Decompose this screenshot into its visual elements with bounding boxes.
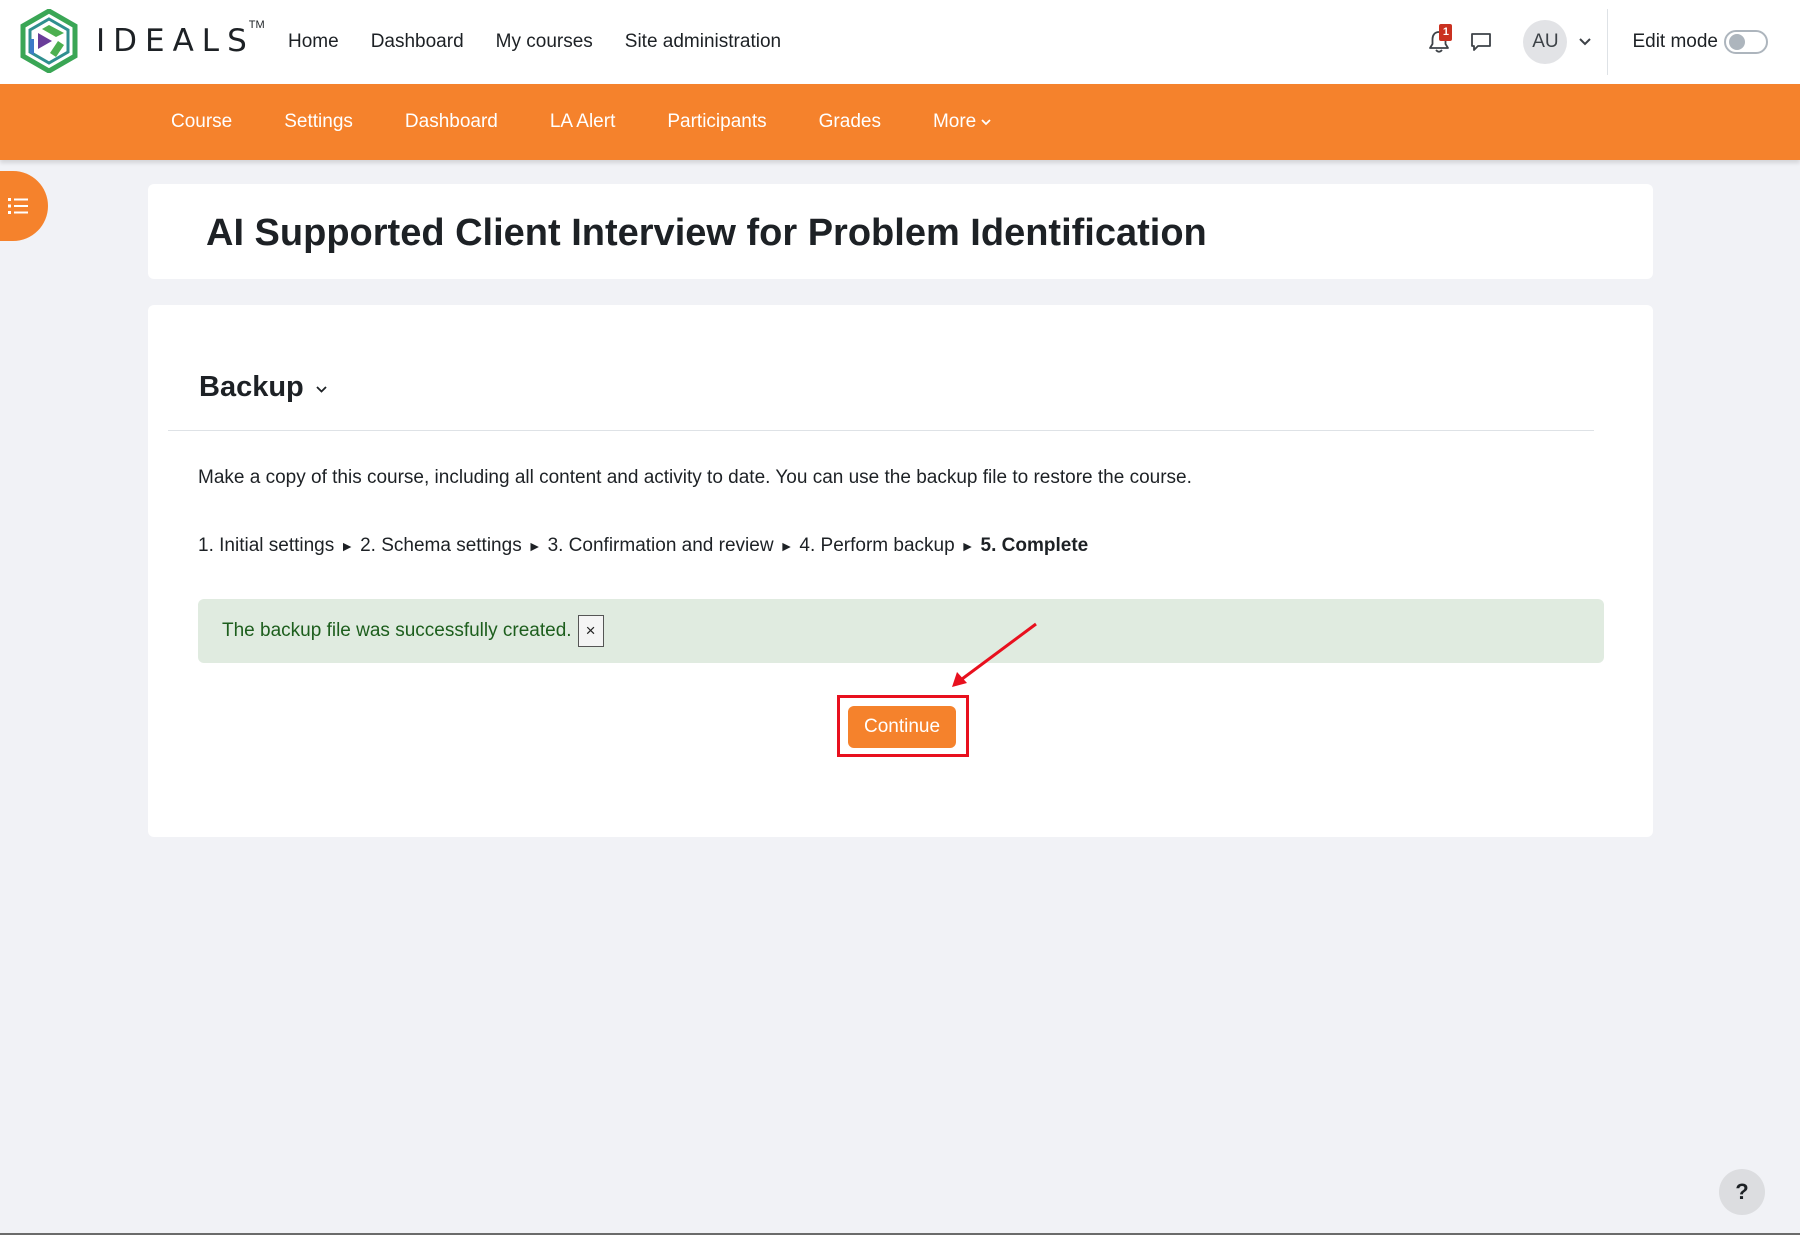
logo-mark-icon: [20, 9, 78, 73]
nav-home[interactable]: Home: [272, 0, 355, 84]
nav-site-administration[interactable]: Site administration: [609, 0, 797, 84]
chevron-down-icon: [1579, 38, 1592, 46]
top-navbar: IDEALS TM Home Dashboard My courses Site…: [0, 0, 1800, 84]
nav-my-courses[interactable]: My courses: [480, 0, 609, 84]
edit-mode-control[interactable]: Edit mode: [1632, 30, 1768, 54]
chevron-down-icon: [316, 386, 327, 393]
step-separator: ►: [779, 538, 794, 554]
continue-button[interactable]: Continue: [848, 706, 956, 748]
chat-bubble-icon: [1471, 33, 1492, 51]
primary-nav: Home Dashboard My courses Site administr…: [272, 0, 797, 84]
edit-mode-toggle[interactable]: [1724, 30, 1768, 54]
backup-description: Make a copy of this course, including al…: [198, 467, 1192, 488]
alert-close-button[interactable]: ×: [577, 615, 604, 647]
navbar-divider: [1607, 9, 1609, 75]
backup-progress-steps: 1. Initial settings ► 2. Schema settings…: [198, 535, 1088, 557]
tab-more[interactable]: More: [907, 84, 1017, 160]
section-title: Backup: [199, 371, 304, 403]
list-icon: [8, 198, 28, 214]
brand-logo[interactable]: IDEALS TM: [20, 8, 271, 74]
step-separator: ►: [527, 538, 542, 554]
tab-more-label: More: [932, 111, 977, 132]
notification-count-badge: 1: [1439, 24, 1453, 41]
step-item: 1. Initial settings: [198, 535, 335, 556]
tab-dashboard[interactable]: Dashboard: [379, 84, 524, 160]
nav-dashboard[interactable]: Dashboard: [355, 0, 480, 84]
messages-button[interactable]: [1461, 22, 1501, 62]
page-header: AI Supported Client Interview for Proble…: [148, 184, 1653, 279]
step-separator: ►: [960, 538, 975, 554]
annotation-arrow-icon: [952, 622, 1037, 687]
brand-tm: TM: [248, 19, 265, 31]
alert-message: The backup file was successfully created…: [222, 620, 572, 641]
section-divider: [168, 430, 1594, 431]
brand-name: IDEALS: [96, 23, 255, 59]
help-button[interactable]: ?: [1719, 1169, 1765, 1215]
notifications-button[interactable]: 1: [1419, 22, 1459, 62]
course-secondary-nav: Course Settings Dashboard LA Alert Parti…: [0, 84, 1800, 160]
page-title: AI Supported Client Interview for Proble…: [206, 212, 1207, 254]
user-controls: 1 AU Edit mode: [1419, 0, 1800, 84]
tab-course[interactable]: Course: [145, 84, 258, 160]
avatar[interactable]: AU: [1523, 20, 1568, 64]
edit-mode-label: Edit mode: [1632, 31, 1718, 52]
backup-heading[interactable]: Backup: [199, 371, 327, 404]
step-item: 4. Perform backup: [799, 535, 955, 556]
toggle-knob: [1729, 34, 1745, 50]
step-item: 2. Schema settings: [360, 535, 522, 556]
tab-participants[interactable]: Participants: [641, 84, 792, 160]
step-item-current: 5. Complete: [980, 535, 1089, 556]
tab-grades[interactable]: Grades: [793, 84, 907, 160]
main-content: Backup Make a copy of this course, inclu…: [148, 305, 1653, 837]
user-menu[interactable]: AU: [1523, 20, 1592, 64]
chevron-down-icon: [981, 118, 991, 125]
step-separator: ►: [340, 538, 355, 554]
annotation-highlight-box: Continue: [837, 695, 969, 757]
step-item: 3. Confirmation and review: [547, 535, 774, 556]
tab-la-alert[interactable]: LA Alert: [524, 84, 642, 160]
success-alert: The backup file was successfully created…: [198, 599, 1604, 663]
tab-settings[interactable]: Settings: [258, 84, 379, 160]
course-index-drawer-toggle[interactable]: [0, 171, 48, 241]
